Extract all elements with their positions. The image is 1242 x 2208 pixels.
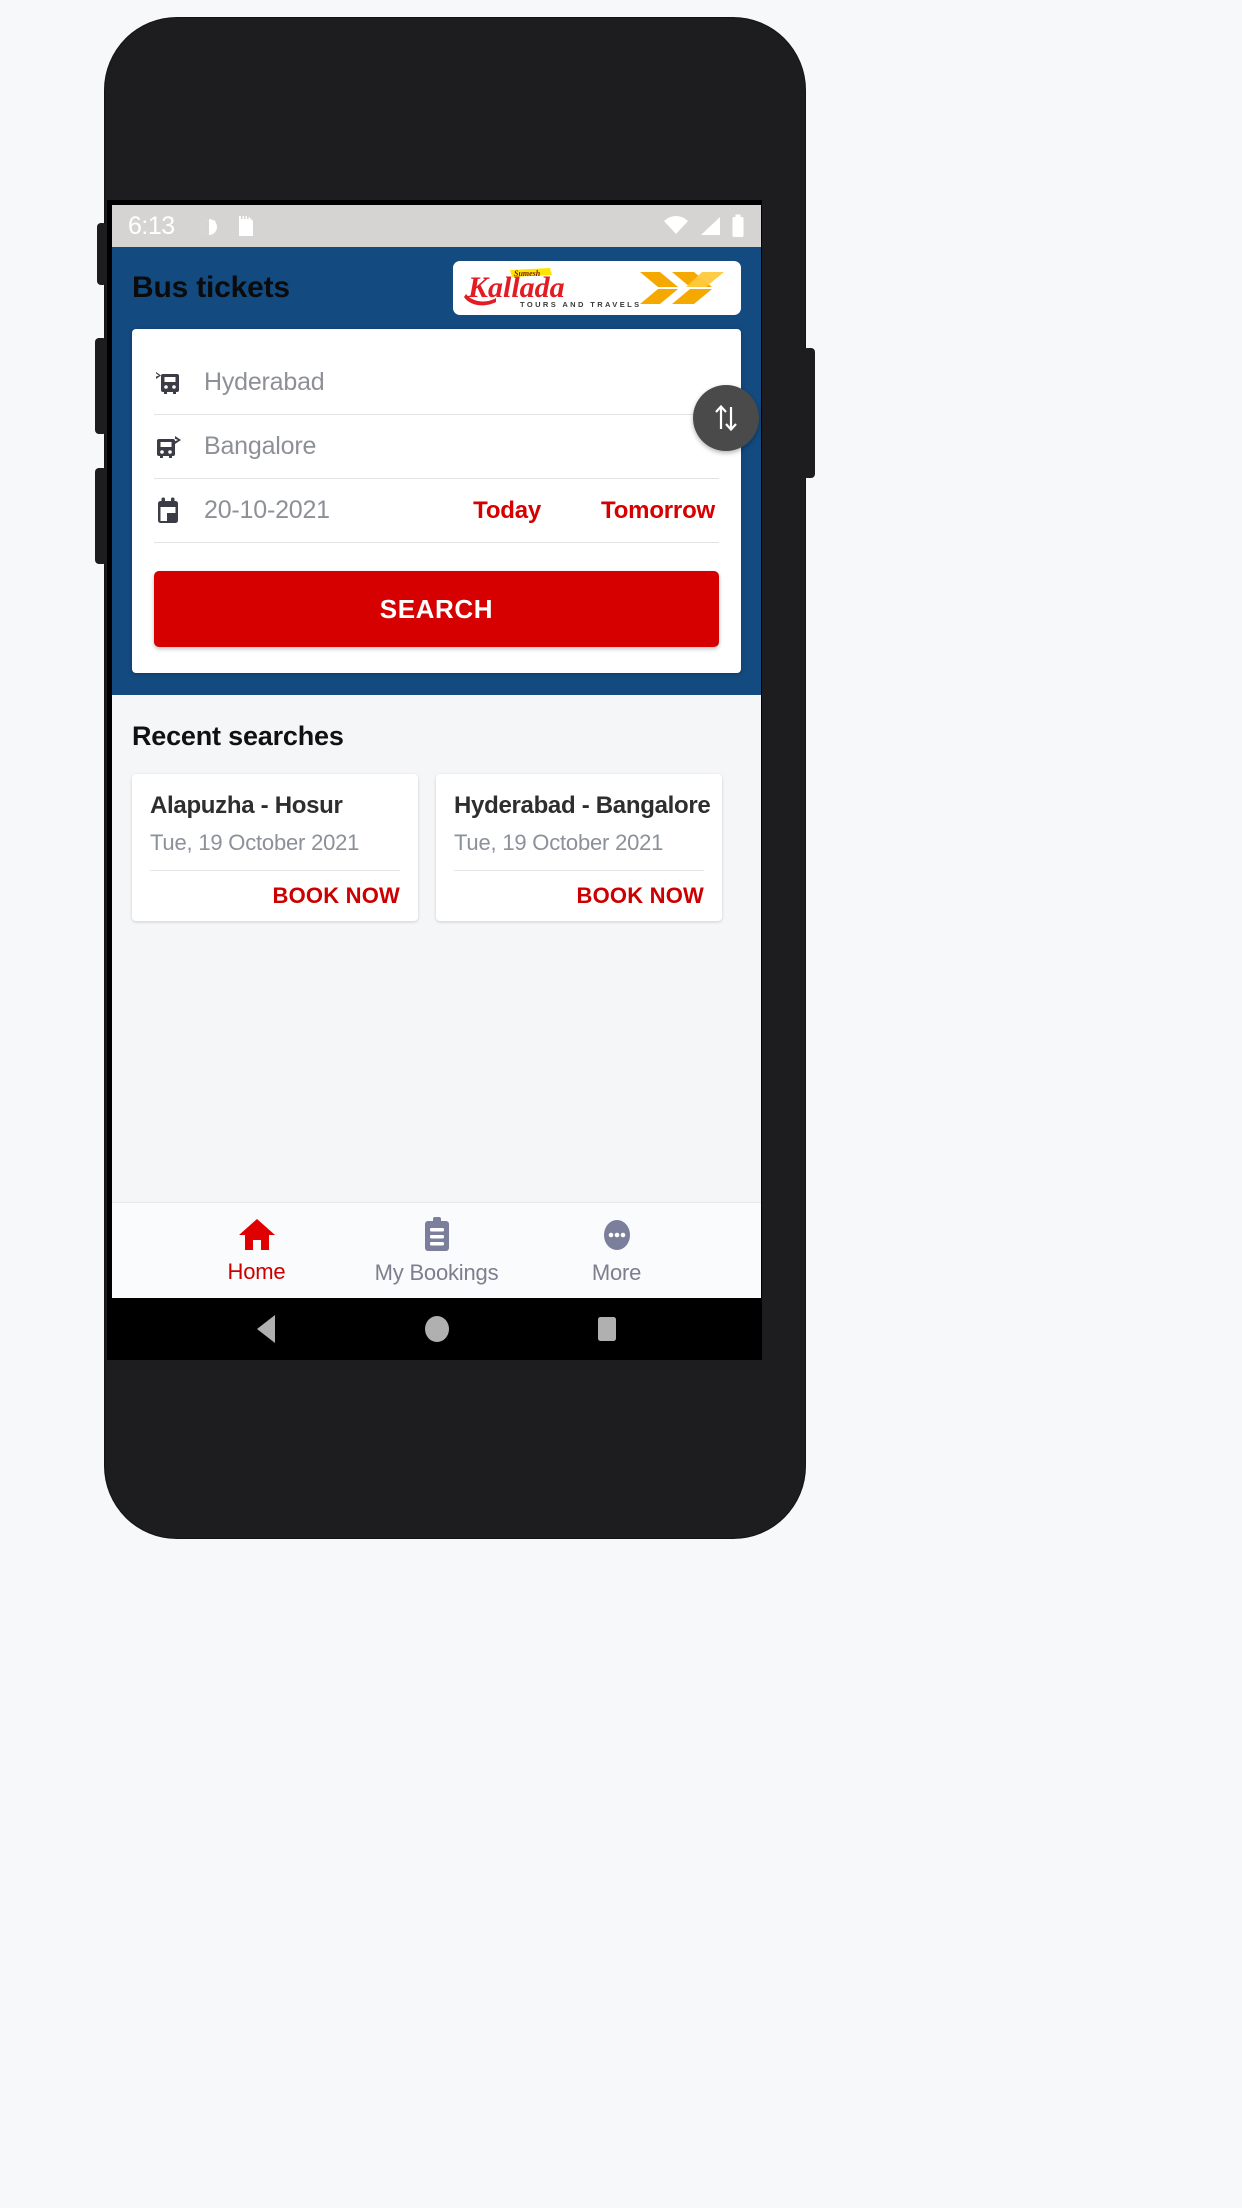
recents-square-icon[interactable] [591,1312,623,1346]
calendar-icon [154,496,188,526]
android-navigation-bar [112,1298,761,1360]
recent-searches-title: Recent searches [132,721,344,751]
status-bar-left-icons [197,214,255,238]
phone-button-right-1[interactable] [803,348,815,478]
tomorrow-button[interactable]: Tomorrow [601,497,715,525]
clipboard-icon [420,1216,454,1254]
card-divider [150,870,400,871]
app-bar: Bus tickets Sumesh Kallada TOURS AND TRA… [112,247,761,329]
bottom-navigation: Home My Bookings More [112,1202,761,1298]
recent-searches-list: Alapuzha - Hosur Tue, 19 October 2021 BO… [132,774,741,921]
destination-field[interactable]: Bangalore [154,415,719,479]
source-field[interactable]: Hyderabad [154,351,719,415]
book-now-button[interactable]: BOOK NOW [454,883,704,909]
swap-vertical-icon [715,404,737,432]
card-divider [454,870,704,871]
app-viewport: 6:13 Bus tickets Sumesh Kallada TOURS AN… [112,205,761,1360]
bus-arrival-icon [154,432,188,462]
recent-search-card[interactable]: Alapuzha - Hosur Tue, 19 October 2021 BO… [132,774,418,921]
swap-locations-button[interactable] [693,385,759,451]
status-bar-right-icons [663,214,745,238]
back-triangle-icon[interactable] [251,1312,283,1346]
status-bar-clock: 6:13 [128,211,175,240]
sd-card-icon [235,214,255,238]
recent-route: Alapuzha - Hosur [150,792,343,819]
quick-date-options: Today Tomorrow [473,497,719,525]
home-circle-icon[interactable] [420,1312,454,1346]
phone-button-left-3[interactable] [95,468,107,564]
destination-value: Bangalore [204,432,317,460]
nav-item-more[interactable]: More [527,1216,707,1286]
source-value: Hyderabad [204,368,325,396]
phone-button-left-2[interactable] [95,338,107,434]
search-button[interactable]: SEARCH [154,571,719,647]
more-dots-icon [599,1216,635,1254]
wifi-icon [663,215,689,237]
nav-label-home: Home [227,1258,286,1284]
recent-search-card[interactable]: Hyderabad - Bangalore Tue, 19 October 20… [436,774,722,921]
book-now-button[interactable]: BOOK NOW [150,883,400,909]
bus-departure-icon [154,368,188,398]
brand-logo: Sumesh Kallada TOURS AND TRAVELS [453,261,741,315]
nav-label-more: More [591,1259,642,1285]
search-section: Hyderabad Bangalore 20-10-2021 Today Tom… [112,329,761,695]
page-title: Bus tickets [132,271,290,304]
phone-screen: 6:13 Bus tickets Sumesh Kallada TOURS AN… [107,200,762,1360]
today-button[interactable]: Today [473,497,541,525]
recent-date: Tue, 19 October 2021 [454,830,664,855]
recent-searches-section: Recent searches Alapuzha - Hosur Tue, 19… [112,695,761,1125]
nav-item-home[interactable]: Home [167,1217,347,1285]
nav-item-my-bookings[interactable]: My Bookings [347,1216,527,1286]
date-field[interactable]: 20-10-2021 Today Tomorrow [154,479,719,543]
search-card: Hyderabad Bangalore 20-10-2021 Today Tom… [132,329,759,673]
recent-route: Hyderabad - Bangalore [454,792,711,819]
alarm-icon [197,214,221,238]
date-value: 20-10-2021 [204,496,330,524]
signal-icon [698,215,722,237]
home-icon [238,1217,276,1253]
battery-icon [731,214,745,238]
kallada-logo-svg: Sumesh Kallada TOURS AND TRAVELS [464,268,724,309]
recent-date: Tue, 19 October 2021 [150,830,360,855]
svg-text:TOURS AND TRAVELS: TOURS AND TRAVELS [520,300,642,309]
phone-button-left-1[interactable] [97,223,107,285]
nav-label-my-bookings: My Bookings [374,1259,499,1285]
status-bar: 6:13 [112,205,761,247]
